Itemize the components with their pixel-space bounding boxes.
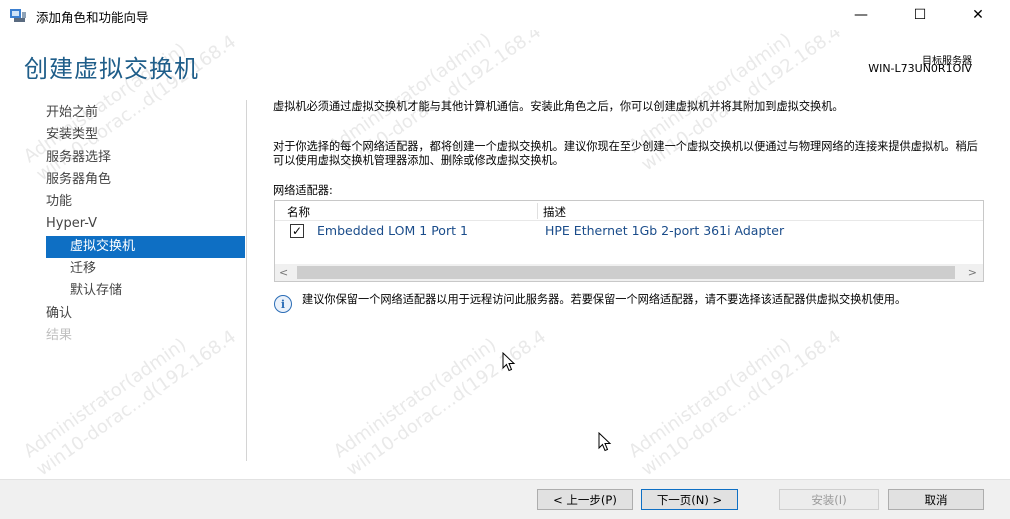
nav-item-confirmation[interactable]: 确认 (46, 303, 246, 325)
maximize-button[interactable]: ☐ (897, 0, 943, 30)
adapter-description: HPE Ethernet 1Gb 2-port 361i Adapter (545, 223, 785, 238)
watermark: Administrator(admin) win10-dorac...d(192.… (625, 326, 846, 481)
intro-paragraph: 虚拟机必须通过虚拟交换机才能与其他计算机通信。安装此角色之后，你可以创建虚拟机并… (273, 100, 844, 113)
info-text: 建议你保留一个网络适配器以用于远程访问此服务器。若要保留一个网络适配器，请不要选… (302, 293, 907, 306)
nav-item-server-selection[interactable]: 服务器选择 (46, 147, 246, 169)
nav-item-before-you-begin[interactable]: 开始之前 (46, 102, 246, 124)
mouse-cursor-icon (598, 432, 612, 452)
scroll-left-icon[interactable]: < (279, 266, 288, 279)
recommendation-paragraph: 对于你选择的每个网络适配器，都将创建一个虚拟交换机。建议你现在至少创建一个虚拟交… (273, 140, 978, 167)
nav-item-server-roles[interactable]: 服务器角色 (46, 169, 246, 191)
wizard-nav: 开始之前 安装类型 服务器选择 服务器角色 功能 Hyper-V 虚拟交换机 迁… (46, 102, 246, 347)
nav-item-migration[interactable]: 迁移 (46, 258, 246, 280)
nav-item-installation-type[interactable]: 安装类型 (46, 124, 246, 146)
horizontal-scrollbar[interactable]: < > (275, 264, 983, 281)
maximize-icon: ☐ (913, 7, 927, 23)
minimize-icon: — (854, 7, 868, 23)
page-title: 创建虚拟交换机 (24, 55, 199, 83)
watermark: Administrator(admin) win10-dorac...d(192.… (330, 326, 551, 481)
next-button[interactable]: 下一页(N) > (641, 489, 738, 510)
window-title: 添加角色和功能向导 (36, 10, 149, 25)
close-icon: ✕ (972, 7, 984, 23)
close-button[interactable]: ✕ (955, 0, 1001, 30)
header-divider (275, 220, 983, 221)
network-adapters-table: 名称 描述 ✓ Embedded LOM 1 Port 1 HPE Ethern… (274, 200, 984, 282)
adapter-name: Embedded LOM 1 Port 1 (317, 223, 468, 238)
server-manager-icon (10, 9, 26, 22)
nav-item-results: 结果 (46, 327, 73, 343)
nav-divider (246, 100, 247, 461)
scroll-right-icon[interactable]: > (968, 266, 977, 279)
nav-item-default-stores[interactable]: 默认存储 (46, 280, 246, 302)
checkmark-icon: ✓ (291, 224, 303, 238)
adapter-checkbox[interactable]: ✓ (290, 224, 304, 238)
install-button: 安装(I) (779, 489, 879, 510)
column-header-name[interactable]: 名称 (287, 204, 310, 220)
info-icon: i (274, 295, 292, 313)
scrollbar-thumb[interactable] (297, 266, 955, 279)
target-server-name: WIN-L73UN0R1OIV (868, 62, 972, 75)
mouse-cursor-icon (502, 352, 516, 372)
minimize-button[interactable]: — (838, 0, 884, 30)
nav-item-hyper-v[interactable]: Hyper-V (46, 213, 246, 235)
nav-item-virtual-switches[interactable]: 虚拟交换机 (46, 235, 245, 259)
nav-item-features[interactable]: 功能 (46, 191, 246, 213)
column-separator[interactable] (537, 203, 538, 219)
cancel-button[interactable]: 取消 (888, 489, 984, 510)
network-adapters-label: 网络适配器: (273, 184, 333, 197)
previous-button[interactable]: < 上一步(P) (537, 489, 633, 510)
title-bar: 添加角色和功能向导 — ☐ ✕ (0, 0, 1010, 30)
column-header-description[interactable]: 描述 (543, 204, 566, 220)
